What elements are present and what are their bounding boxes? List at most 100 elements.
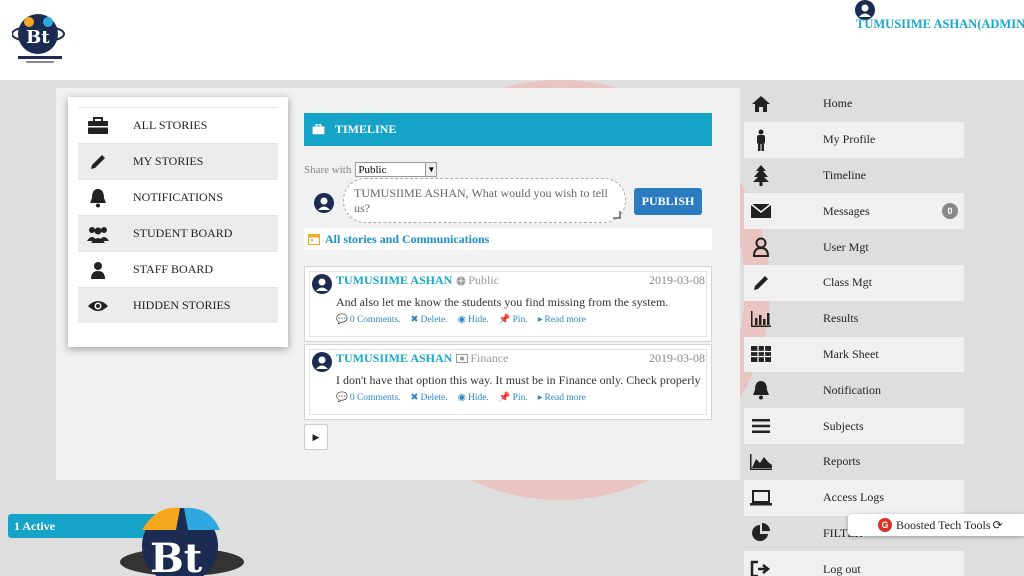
menu-notifications[interactable]: NOTIFICATIONS <box>78 179 278 215</box>
users-icon <box>78 225 118 243</box>
share-select[interactable]: Public ▼ <box>355 162 438 177</box>
nav-access-logs[interactable]: Access Logs <box>744 479 964 516</box>
area-chart-icon <box>744 453 778 471</box>
share-label: Share with <box>304 163 352 176</box>
nav-subjects[interactable]: Subjects <box>744 408 964 444</box>
hide-link[interactable]: ◉ Hide. <box>457 392 489 404</box>
compose-input[interactable]: TUMUSIIME ASHAN, What would you wish to … <box>343 178 626 223</box>
next-page-button[interactable]: ▶ <box>304 424 328 450</box>
comments-link[interactable]: 💬 0 Comments. <box>336 314 401 326</box>
person-icon <box>744 129 778 151</box>
caret-right-icon: ▶ <box>312 431 320 442</box>
delete-link[interactable]: ✖ Delete. <box>410 314 448 326</box>
nav-user-mgt[interactable]: User Mgt <box>744 229 964 265</box>
post-date: 2019-03-08 <box>649 273 705 287</box>
user-icon <box>78 261 118 279</box>
post-actions: 💬 0 Comments. ✖ Delete. ◉ Hide. 📌 Pin. ▸ Read… <box>336 314 586 326</box>
google-logo-icon: G <box>878 518 892 532</box>
school-logo[interactable]: Bt <box>12 10 68 66</box>
user-avatar-icon <box>314 193 334 213</box>
timeline-header: TIMELINE <box>304 113 712 146</box>
pin-link[interactable]: 📌 Pin. <box>498 392 528 404</box>
nav-class-mgt[interactable]: Class Mgt <box>744 264 964 301</box>
timeline-post: TUMUSIIME ASHAN Public 2019-03-08 And al… <box>304 266 712 342</box>
read-more-link[interactable]: ▸ Read more <box>537 392 586 404</box>
stories-menu: ALL STORIES MY STORIES NOTIFICATIONS STU… <box>68 97 288 347</box>
share-row: Share with Public ▼ <box>304 162 438 177</box>
comments-link[interactable]: 💬 0 Comments. <box>336 392 401 404</box>
nav-reports[interactable]: Reports <box>744 444 964 480</box>
menu-all-stories[interactable]: ALL STORIES <box>78 107 278 143</box>
comment-icon: 💬 <box>336 393 348 403</box>
resize-handle-icon[interactable] <box>613 211 621 219</box>
caret-right-icon: ▸ <box>537 315 543 325</box>
nav-messages[interactable]: Messages 0 <box>744 193 964 230</box>
nav-results[interactable]: Results <box>744 301 964 337</box>
user-name[interactable]: TUMUSIIME ASHAN(ADMIN) <box>856 17 1024 32</box>
eye-icon: ◉ <box>457 315 466 325</box>
close-icon: ✖ <box>410 315 419 325</box>
top-bar: Bt TUMUSIIME ASHAN(ADMIN) <box>0 0 1024 80</box>
post-actions: 💬 0 Comments. ✖ Delete. ◉ Hide. 📌 Pin. ▸ Read… <box>336 392 586 404</box>
publish-button[interactable]: PUBLISH <box>634 188 702 215</box>
chevron-down-icon: ▼ <box>425 163 437 176</box>
table-icon <box>744 346 778 363</box>
timeline-title: TIMELINE <box>335 122 397 136</box>
timeline-post: TUMUSIIME ASHAN Finance 2019-03-08 I don… <box>304 344 712 420</box>
calendar-icon <box>308 234 320 245</box>
globe-icon <box>456 276 466 285</box>
pin-icon: 📌 <box>498 315 511 325</box>
messages-count-badge: 0 <box>942 203 958 220</box>
nav-timeline[interactable]: Timeline <box>744 158 964 194</box>
laptop-icon <box>744 489 778 506</box>
nav-home[interactable]: Home <box>744 86 964 122</box>
bell-icon <box>78 188 118 208</box>
post-author[interactable]: TUMUSIIME ASHAN Public <box>336 273 499 288</box>
user-avatar-icon <box>312 274 332 294</box>
money-icon <box>456 354 469 363</box>
post-visibility: Public <box>456 273 499 288</box>
list-icon <box>744 418 778 434</box>
hide-link[interactable]: ◉ Hide. <box>457 314 489 326</box>
briefcase-icon <box>78 116 118 135</box>
school-logo-large: Bt <box>120 507 244 576</box>
tree-icon <box>744 164 778 187</box>
comment-icon: 💬 <box>336 315 348 325</box>
refresh-icon[interactable]: ⟳ <box>993 518 1003 533</box>
post-date: 2019-03-08 <box>649 351 705 365</box>
bar-chart-icon <box>744 310 778 328</box>
post-text: And also let me know the students you fi… <box>336 295 669 309</box>
svg-text:Bt: Bt <box>26 27 50 48</box>
main-nav: Home My Profile Timeline Messages 0 User… <box>744 86 964 576</box>
pin-link[interactable]: 📌 Pin. <box>498 314 528 326</box>
briefcase-icon <box>312 124 325 135</box>
all-stories-link[interactable]: All stories and Communications <box>304 228 712 250</box>
envelope-icon <box>744 203 778 219</box>
eye-icon <box>78 299 118 313</box>
delete-link[interactable]: ✖ Delete. <box>410 392 448 404</box>
post-visibility: Finance <box>456 351 508 366</box>
user-avatar-icon <box>312 352 332 372</box>
menu-student-board[interactable]: STUDENT BOARD <box>78 215 278 251</box>
post-author[interactable]: TUMUSIIME ASHAN Finance <box>336 351 508 366</box>
pencil-icon <box>744 274 778 292</box>
eye-icon: ◉ <box>457 393 466 403</box>
menu-staff-board[interactable]: STAFF BOARD <box>78 251 278 287</box>
sign-out-icon <box>744 560 778 576</box>
pie-chart-icon <box>744 523 778 543</box>
nav-my-profile[interactable]: My Profile <box>744 121 964 158</box>
menu-hidden-stories[interactable]: HIDDEN STORIES <box>78 287 278 323</box>
user-outline-icon <box>744 237 778 258</box>
read-more-link[interactable]: ▸ Read more <box>537 314 586 326</box>
post-text: I don't have that option this way. It mu… <box>336 373 701 387</box>
menu-my-stories[interactable]: MY STORIES <box>78 143 278 179</box>
nav-notification[interactable]: Notification <box>744 372 964 408</box>
nav-mark-sheet[interactable]: Mark Sheet <box>744 336 964 373</box>
pin-icon: 📌 <box>498 393 511 403</box>
bell-icon <box>744 380 778 400</box>
caret-right-icon: ▸ <box>537 393 543 403</box>
pencil-icon <box>78 153 118 171</box>
close-icon: ✖ <box>410 393 419 403</box>
nav-log-out[interactable]: Log out <box>744 551 964 576</box>
boosted-tools-widget[interactable]: G Boosted Tech Tools ⟳ <box>848 514 1024 536</box>
